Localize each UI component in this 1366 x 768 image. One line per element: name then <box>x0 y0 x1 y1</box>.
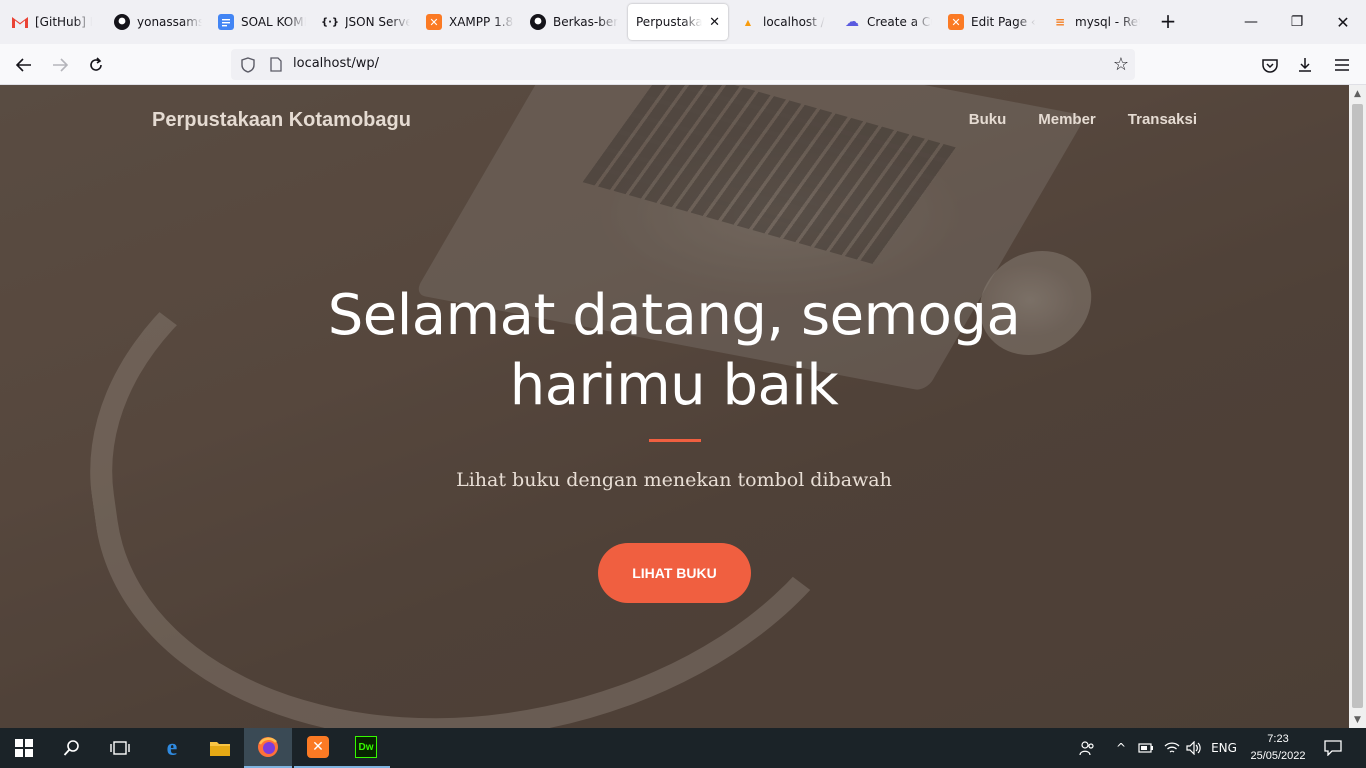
phpmyadmin-icon: ▲ <box>744 17 752 27</box>
edge-button[interactable]: e <box>148 728 196 768</box>
back-button[interactable] <box>9 50 39 80</box>
file-explorer-button[interactable] <box>196 728 244 768</box>
site-brand-link[interactable]: Perpustakaan Kotamobagu <box>152 109 411 132</box>
docs-icon <box>218 14 234 30</box>
web-page: Perpustakaan Kotamobagu Buku Member Tran… <box>0 85 1349 728</box>
json-icon: {·} <box>320 16 340 28</box>
xampp-icon: ✕ <box>948 14 964 30</box>
xampp-icon: ✕ <box>426 14 442 30</box>
cloud-icon: ☁ <box>845 14 859 30</box>
tab-title: Perpustakaan <box>636 15 703 29</box>
forward-button[interactable] <box>45 50 75 80</box>
clock-date: 25/05/2022 <box>1250 750 1306 762</box>
shield-icon[interactable] <box>239 56 256 73</box>
tab-perpustakaan[interactable]: Perpustakaan ✕ <box>628 4 728 40</box>
scroll-thumb[interactable] <box>1352 104 1363 708</box>
volume-icon[interactable] <box>1184 728 1204 768</box>
close-icon[interactable]: ✕ <box>709 15 720 30</box>
folder-icon <box>210 742 230 756</box>
tab-soal-komi[interactable]: SOAL KOMI <box>210 4 314 40</box>
site-nav: Buku Member Transaksi <box>969 111 1197 128</box>
tab-localhost-pma[interactable]: ▲ localhost / <box>732 4 836 40</box>
forward-arrow-icon <box>53 58 68 72</box>
download-icon <box>1299 58 1311 72</box>
windows-logo-icon <box>15 739 33 757</box>
tab-github-gmail[interactable]: [GitHub] Pl <box>4 4 100 40</box>
notification-icon[interactable] <box>1318 728 1348 768</box>
dreamweaver-icon: Dw <box>355 736 377 758</box>
task-view-button[interactable] <box>96 728 144 768</box>
menu-button[interactable] <box>1327 50 1357 80</box>
tab-title: XAMPP 1.8. <box>449 15 514 29</box>
hero-subtitle: Lihat buku dengan menekan tombol dibawah <box>456 469 892 491</box>
tab-strip: [GitHub] Pl yonassamsu SOAL KOMI {·} JSO… <box>0 0 1366 44</box>
scroll-up-icon[interactable]: ▲ <box>1349 85 1366 102</box>
battery-icon[interactable] <box>1136 728 1156 768</box>
chevron-up-icon[interactable]: ^ <box>1112 728 1130 768</box>
nav-link-member[interactable]: Member <box>1038 111 1096 128</box>
task-view-icon <box>110 741 130 755</box>
page-icon[interactable] <box>267 56 284 73</box>
tab-yonassamsu[interactable]: yonassamsu <box>106 4 210 40</box>
url-bar[interactable]: localhost/wp/ ☆ <box>231 49 1135 80</box>
lihat-buku-button[interactable]: Lihat Buku <box>598 543 751 603</box>
new-tab-button[interactable]: + <box>1156 10 1180 34</box>
tab-title: Berkas-berk <box>553 15 618 29</box>
downloads-button[interactable] <box>1290 50 1320 80</box>
restore-button[interactable]: ❐ <box>1274 0 1320 44</box>
people-icon[interactable] <box>1076 728 1098 768</box>
pocket-button[interactable] <box>1255 50 1285 80</box>
start-button[interactable] <box>0 728 48 768</box>
tab-mysql[interactable]: ≡ mysql - Ret <box>1044 4 1148 40</box>
hero-title: Selamat datang, semoga harimu baik <box>327 283 1021 418</box>
hero-divider <box>649 439 701 442</box>
vertical-scrollbar[interactable]: ▲ ▼ <box>1349 85 1366 728</box>
close-window-button[interactable]: ✕ <box>1320 0 1366 44</box>
dreamweaver-button[interactable]: Dw <box>342 728 390 768</box>
edge-icon: e <box>166 734 178 761</box>
tab-title: localhost / <box>763 15 825 29</box>
tab-title: [GitHub] Pl <box>35 15 92 29</box>
github-icon <box>114 14 130 30</box>
hamburger-icon <box>1335 59 1349 71</box>
scroll-down-icon[interactable]: ▼ <box>1349 711 1366 728</box>
navigation-toolbar: localhost/wp/ ☆ <box>0 44 1366 85</box>
search-icon <box>63 740 79 756</box>
clock-time: 7:23 <box>1267 733 1289 745</box>
tab-create-a-cu[interactable]: ☁ Create a Cu <box>836 4 940 40</box>
language-indicator[interactable]: ENG <box>1208 728 1240 768</box>
tab-json-server[interactable]: {·} JSON Serve <box>314 4 418 40</box>
pocket-icon <box>1262 58 1278 73</box>
reload-button[interactable] <box>81 50 111 80</box>
nav-link-buku[interactable]: Buku <box>969 111 1007 128</box>
tab-title: Edit Page ‹ <box>971 15 1036 29</box>
tab-title: SOAL KOMI <box>241 15 306 29</box>
tab-xampp[interactable]: ✕ XAMPP 1.8. <box>418 4 522 40</box>
tab-title: mysql - Ret <box>1075 15 1140 29</box>
tab-title: yonassamsu <box>137 15 202 29</box>
tab-title: JSON Serve <box>345 15 410 29</box>
tab-title: Create a Cu <box>867 15 932 29</box>
url-text[interactable]: localhost/wp/ <box>293 56 379 71</box>
firefox-button[interactable] <box>244 728 292 768</box>
stackoverflow-icon: ≡ <box>1054 15 1066 29</box>
search-button[interactable] <box>48 728 96 768</box>
reload-icon <box>90 57 102 71</box>
wifi-icon[interactable] <box>1162 728 1182 768</box>
tab-edit-page[interactable]: ✕ Edit Page ‹ <box>940 4 1044 40</box>
back-arrow-icon <box>16 58 31 72</box>
tab-berkas[interactable]: Berkas-berk <box>522 4 626 40</box>
nav-link-transaksi[interactable]: Transaksi <box>1128 111 1197 128</box>
windows-taskbar: e ✕ Dw ^ ENG 7:23 25/05/2022 <box>0 728 1366 768</box>
gmail-icon <box>12 14 28 30</box>
minimize-button[interactable]: — <box>1228 0 1274 44</box>
bookmark-star-icon[interactable]: ☆ <box>1113 54 1129 75</box>
clock[interactable]: 7:23 25/05/2022 <box>1244 731 1312 765</box>
xampp-icon: ✕ <box>307 736 329 758</box>
firefox-icon <box>258 737 278 757</box>
xampp-button[interactable]: ✕ <box>294 728 342 768</box>
github-icon <box>530 14 546 30</box>
